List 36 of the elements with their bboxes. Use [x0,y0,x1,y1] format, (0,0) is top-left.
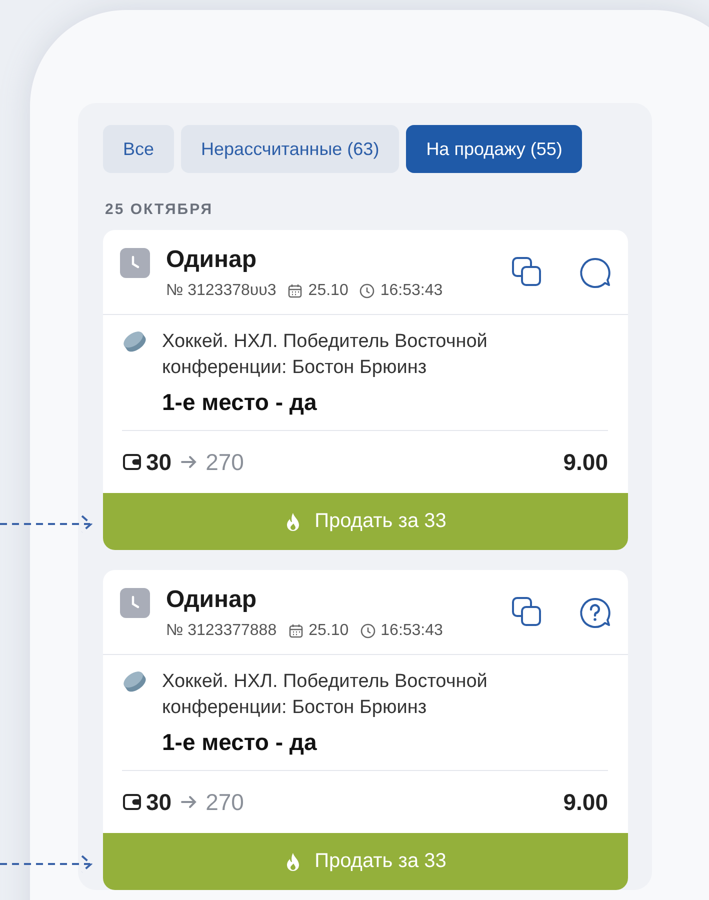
calendar-icon [288,623,304,639]
filter-tab[interactable]: Нерассчитанные (63) [181,125,400,173]
clock-icon [120,588,150,618]
stake-amount: 30 [146,788,172,816]
bet-date: 25.10 [308,622,349,640]
odds-value: 9.00 [563,448,608,476]
chat-icon[interactable] [578,256,612,290]
stake-amount: 30 [146,448,172,476]
flame-icon [284,852,301,872]
event-name: Хоккей. НХЛ. Победитель Восточной конференции: Бостон Брюинз [162,330,488,380]
calendar-icon [287,283,304,299]
filter-tab[interactable]: Все [103,125,174,173]
date-heading: 25 ОКТЯБРЯ [105,201,214,218]
arrow-right-icon [180,454,198,470]
bet-type: Одинар [166,246,258,274]
bet-outcome: 1-е место - да [162,729,318,756]
payout-amount: 270 [206,448,244,476]
wallet-icon [122,452,142,472]
bet-time: 16:53:43 [380,282,443,300]
bet-date: 25.10 [308,282,348,300]
arrow-right-icon [180,794,198,810]
filter-tab[interactable]: На продажу (55) [406,125,582,173]
flame-icon [284,512,301,532]
clock-icon [360,623,376,639]
payout-amount: 270 [206,788,244,816]
event-name: Хоккей. НХЛ. Победитель Восточной конференции: Бостон Брюинз [162,670,488,720]
bet-outcome: 1-е место - да [162,389,318,416]
help-chat-icon[interactable] [578,596,612,630]
bet-number: № 3123377888 [166,622,277,640]
wallet-icon [122,792,142,812]
clock-icon [359,283,376,299]
bet-type: Одинар [166,586,258,614]
odds-value: 9.00 [563,788,608,816]
bet-number: № 3123378υυ3 [166,282,276,300]
clock-icon [120,248,150,278]
bet-time: 16:53:43 [380,622,443,640]
